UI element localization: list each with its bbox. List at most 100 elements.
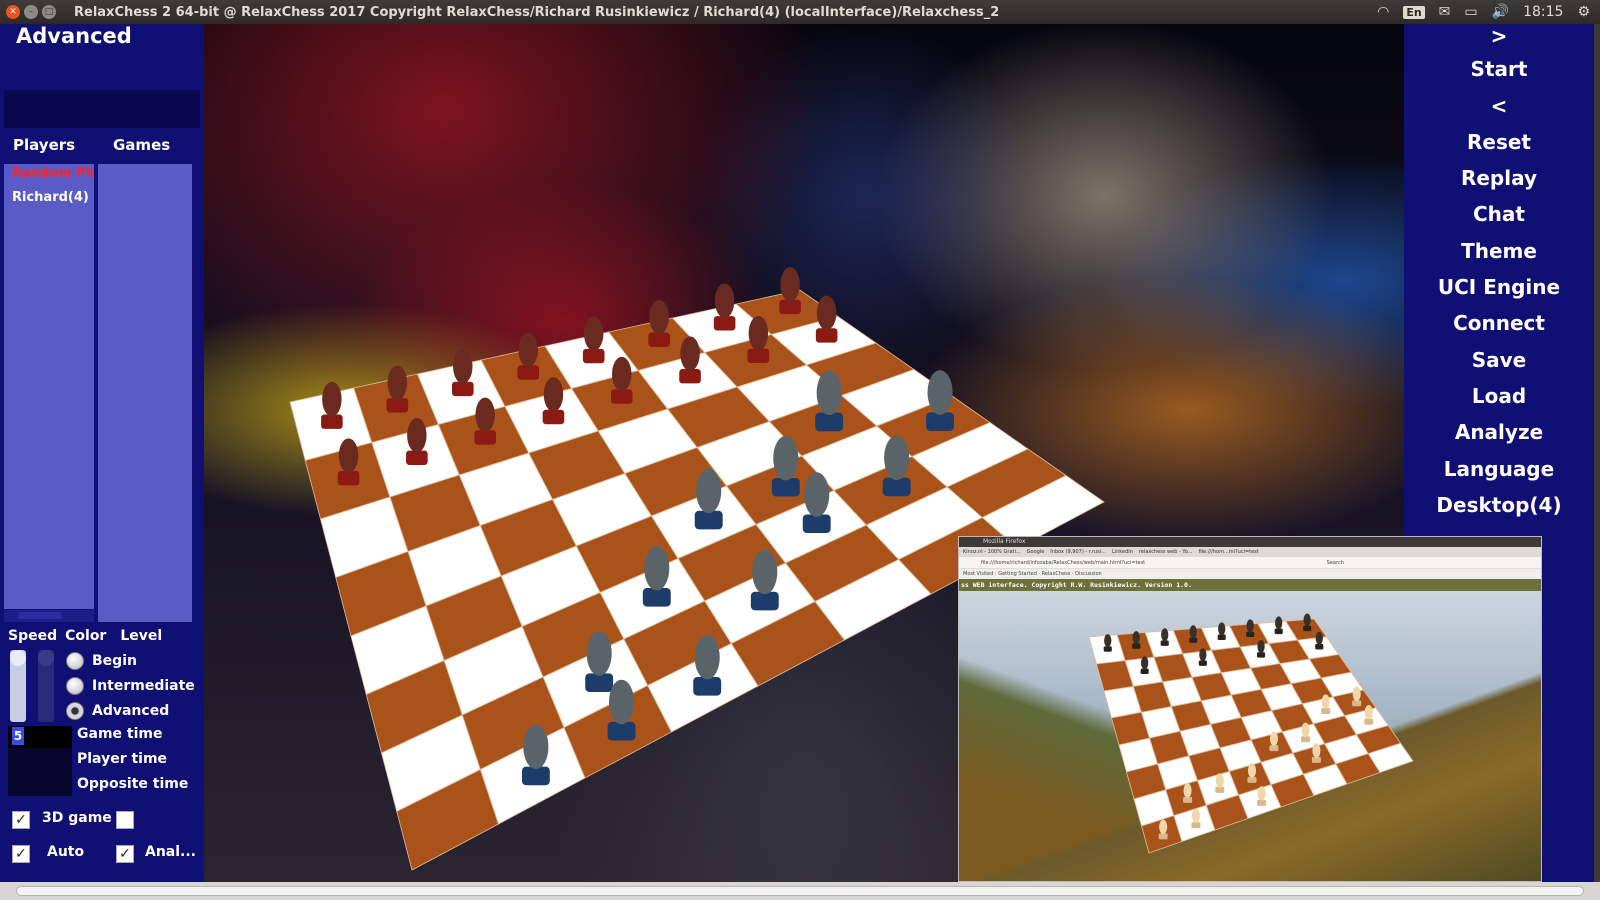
browser-url-bar[interactable]: file:///home/richard/infosaba/RelaxChess…	[959, 557, 1541, 569]
red-piece[interactable]	[517, 332, 540, 380]
menu-reset[interactable]: Reset	[1404, 130, 1594, 154]
level-begin-option[interactable]: Begin	[66, 652, 137, 670]
red-piece[interactable]	[474, 397, 496, 445]
game-time-input[interactable]: 5	[8, 726, 72, 748]
menu-load[interactable]: Load	[1404, 384, 1594, 408]
blue-piece[interactable]	[815, 370, 844, 432]
mini-dark-piece[interactable]	[1132, 631, 1141, 649]
game-time-value[interactable]: 5	[12, 727, 24, 745]
browser-tab[interactable]: LinkedIn	[1112, 547, 1133, 557]
mini-light-piece[interactable]	[1247, 763, 1257, 783]
mini-dark-piece[interactable]	[1140, 656, 1149, 675]
menu-uci-engine[interactable]: UCI Engine	[1404, 275, 1594, 299]
speed-slider-knob[interactable]	[10, 650, 26, 666]
auto-checkbox[interactable]: ✓	[12, 845, 30, 863]
blue-piece[interactable]	[926, 370, 954, 431]
mini-light-piece[interactable]	[1321, 694, 1331, 714]
menu-start[interactable]: Start	[1404, 57, 1594, 81]
players-list[interactable]: Random Pla Richard(4)	[4, 164, 94, 609]
menu-desktop[interactable]: Desktop(4)	[1404, 493, 1594, 517]
menu-chat[interactable]: Chat	[1404, 202, 1594, 226]
mini-dark-piece[interactable]	[1303, 613, 1312, 632]
red-piece[interactable]	[386, 365, 409, 413]
mini-light-piece[interactable]	[1364, 704, 1374, 725]
minimize-button[interactable]: –	[24, 5, 38, 19]
mini-dark-piece[interactable]	[1198, 648, 1207, 666]
red-piece[interactable]	[779, 267, 801, 315]
menu-forward[interactable]: >	[1404, 24, 1594, 48]
mini-light-piece[interactable]	[1158, 819, 1168, 840]
mini-light-piece[interactable]	[1301, 722, 1311, 743]
extra-checkbox[interactable]	[116, 811, 134, 829]
red-piece[interactable]	[747, 315, 770, 363]
browser-search[interactable]: Search	[1327, 560, 1344, 566]
settings-gear-icon[interactable]: ⚙	[1577, 4, 1590, 20]
wifi-icon[interactable]: ◠	[1377, 4, 1389, 20]
browser-inset-window[interactable]: Mozilla Firefox Kinoz.nl - 100% Grati...…	[958, 536, 1542, 882]
blue-piece[interactable]	[693, 634, 722, 696]
level-advanced-option[interactable]: Advanced	[66, 702, 169, 720]
mini-dark-piece[interactable]	[1189, 625, 1198, 643]
red-piece[interactable]	[542, 377, 565, 425]
clock[interactable]: 18:15	[1523, 4, 1563, 20]
mini-light-piece[interactable]	[1257, 786, 1267, 806]
tab-games[interactable]: Games	[113, 136, 170, 154]
mini-dark-piece[interactable]	[1246, 619, 1255, 638]
browser-url[interactable]: file:///home/richard/infosaba/RelaxChess…	[981, 560, 1145, 566]
radio-intermediate[interactable]	[66, 677, 84, 695]
mini-dark-piece[interactable]	[1257, 640, 1266, 658]
radio-advanced[interactable]	[66, 702, 84, 720]
speed-slider[interactable]	[10, 650, 26, 722]
color-slider[interactable]	[38, 650, 54, 722]
game3d-checkbox[interactable]: ✓	[12, 811, 30, 829]
web-chess-scene[interactable]	[959, 591, 1541, 881]
menu-theme[interactable]: Theme	[1404, 239, 1594, 263]
battery-icon[interactable]: ▭	[1464, 4, 1477, 20]
browser-tab[interactable]: relaxchess web - Yo...	[1139, 547, 1193, 557]
red-piece[interactable]	[321, 381, 343, 429]
browser-tab[interactable]: Google	[1027, 547, 1045, 557]
mini-dark-piece[interactable]	[1217, 622, 1226, 640]
red-piece[interactable]	[451, 349, 474, 397]
menu-language[interactable]: Language	[1404, 457, 1594, 481]
maximize-button[interactable]: □	[42, 5, 56, 19]
browser-tab[interactable]: Kinoz.nl - 100% Grati...	[963, 547, 1021, 557]
blue-piece[interactable]	[607, 679, 636, 741]
red-piece[interactable]	[337, 438, 360, 486]
analyze-checkbox[interactable]: ✓	[116, 845, 134, 863]
mini-dark-piece[interactable]	[1274, 616, 1283, 635]
player-item-random[interactable]: Random Pla	[4, 164, 94, 188]
blue-piece[interactable]	[521, 724, 550, 786]
scrollbar-track[interactable]	[16, 886, 1584, 896]
mini-dark-piece[interactable]	[1160, 628, 1169, 646]
bookmark-item[interactable]: RelaxChess	[1042, 571, 1071, 577]
blue-piece[interactable]	[750, 549, 779, 611]
volume-icon[interactable]: 🔊	[1492, 4, 1509, 20]
red-piece[interactable]	[406, 417, 428, 465]
mini-dark-piece[interactable]	[1315, 631, 1324, 650]
red-piece[interactable]	[610, 356, 633, 404]
red-piece[interactable]	[582, 316, 605, 364]
mini-light-piece[interactable]	[1311, 743, 1321, 763]
bookmark-item[interactable]: Discussion	[1075, 571, 1102, 577]
red-piece[interactable]	[815, 295, 838, 343]
mini-light-piece[interactable]	[1269, 731, 1279, 752]
blue-piece[interactable]	[771, 435, 800, 497]
keyboard-layout-indicator[interactable]: En	[1403, 5, 1425, 19]
scrollbar-thumb[interactable]	[18, 612, 62, 619]
red-piece[interactable]	[713, 283, 736, 331]
bookmark-item[interactable]: Getting Started	[998, 571, 1037, 577]
mini-light-piece[interactable]	[1183, 783, 1193, 803]
color-slider-knob[interactable]	[38, 650, 54, 666]
mini-light-piece[interactable]	[1215, 773, 1225, 793]
mini-dark-piece[interactable]	[1103, 634, 1112, 652]
mail-icon[interactable]: ✉	[1439, 4, 1451, 20]
games-list[interactable]	[98, 164, 192, 622]
radio-begin[interactable]	[66, 652, 84, 670]
blue-piece[interactable]	[642, 545, 671, 607]
level-intermediate-option[interactable]: Intermediate	[66, 677, 195, 695]
mini-light-piece[interactable]	[1191, 808, 1201, 829]
player-item-richard[interactable]: Richard(4)	[4, 188, 94, 212]
red-piece[interactable]	[679, 336, 701, 384]
browser-tab[interactable]: file:///hom...ml?uci=test	[1199, 547, 1259, 557]
